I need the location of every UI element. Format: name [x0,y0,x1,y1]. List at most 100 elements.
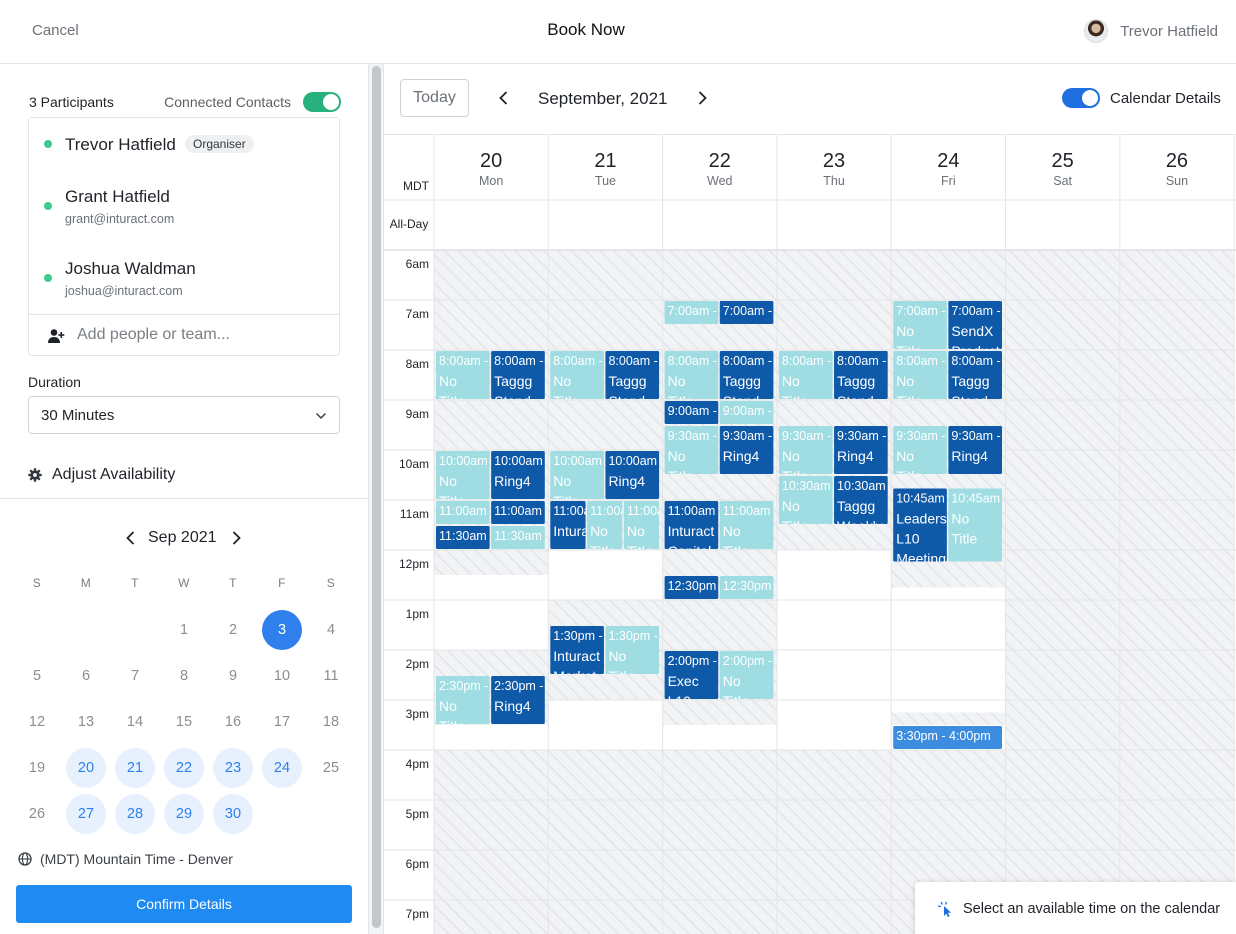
event-time: 10:00am [494,454,543,468]
event-time: 8:00am - [494,354,543,368]
day-number[interactable]: 25 [1052,150,1074,172]
confirm-details-button[interactable]: Confirm Details [16,885,352,923]
calendar-event[interactable]: 2:30pm -No Title [436,676,490,734]
mini-calendar-day[interactable]: 24 [262,748,302,788]
mini-calendar-day[interactable]: 30 [213,794,253,834]
hour-label: 6pm [406,857,429,871]
calendar-event[interactable]: 9:00am - [719,401,774,424]
connected-contacts-label: Connected Contacts [164,94,291,110]
event-time: 7:00am - [951,304,1000,318]
hour-label: 6am [406,257,429,271]
event-time: 8:00am - [553,354,602,368]
mini-calendar-day[interactable]: 27 [66,794,106,834]
event-time: 8:00am - [951,354,1000,368]
calendar-event[interactable]: 7:00am - [664,301,719,324]
unavailable-slot [1005,250,1120,934]
calendar-event[interactable]: 9:30am - Ring4 [948,426,1002,474]
hour-label: 8am [406,357,429,371]
calendar-event[interactable]: 3:30pm - 4:00pm [893,726,1002,749]
day-of-week: Sun [1166,174,1188,188]
add-people-input[interactable]: Add people or team... [29,314,339,355]
mini-calendar-day[interactable]: 29 [164,794,204,834]
today-button[interactable]: Today [400,79,469,117]
day-number[interactable]: 26 [1166,150,1188,172]
event-title: Ring4 [494,698,531,714]
calendar-event[interactable]: 10:45amNo Title [948,488,1002,562]
mini-calendar-day[interactable]: 3 [262,610,302,650]
event-time: 11:00a [627,504,664,518]
mini-calendar-day: 4 [326,622,336,638]
participant-item: Grant Hatfield grant@inturact.com [29,170,339,242]
unavailable-slot [434,750,549,934]
unavailable-slot [776,750,892,934]
connected-contacts-toggle[interactable] [303,92,341,112]
weekday-label: M [80,576,92,590]
gear-icon [28,468,42,482]
chevron-left-icon[interactable] [124,530,138,546]
event-time: 10:45am [896,492,945,506]
mini-calendar-day[interactable]: 22 [164,748,204,788]
hour-label: 10am [399,457,429,471]
event-time: 11:30am - [494,529,549,543]
duration-select[interactable]: 30 Minutes [28,396,340,434]
event-time: 3:30pm - 4:00pm [896,729,991,743]
organiser-badge: Organiser [185,135,254,153]
calendar-event[interactable]: 9:30am - Ring4 [719,426,774,474]
calendar-event[interactable]: 10:00am Ring4 [491,451,545,499]
sidebar-scrollbar[interactable] [368,64,384,934]
day-number[interactable]: 20 [480,150,502,172]
event-time: 9:30am - [896,429,945,443]
hour-label: 3pm [406,707,429,721]
day-of-week: Thu [823,174,845,188]
event-time: 11:00a [553,504,590,518]
chevron-right-icon[interactable] [695,90,709,106]
mini-calendar-day: 26 [28,806,46,822]
day-number[interactable]: 22 [709,150,731,172]
mini-calendar-day[interactable]: 20 [66,748,106,788]
adjust-availability-label: Adjust Availability [52,466,176,483]
mini-calendar-day: 16 [224,714,242,730]
event-title: Ring4 [837,448,874,464]
event-time: 11:00a [590,504,627,518]
calendar-details-toggle[interactable] [1062,88,1100,108]
event-time: 12:30pm [668,579,717,593]
mini-calendar-day[interactable]: 23 [213,748,253,788]
calendar-event[interactable]: 11:30am - [491,526,549,549]
chevron-right-icon[interactable] [229,530,243,546]
calendar-event[interactable]: 9:00am - [664,401,719,424]
adjust-availability-button[interactable]: Adjust Availability [28,465,175,485]
mini-calendar-day[interactable]: 21 [115,748,155,788]
calendar-event[interactable]: 11:00am - [491,501,549,524]
mini-calendar-day: 9 [228,668,238,684]
calendar-event[interactable]: 9:30am - Ring4 [834,426,888,474]
calendar-event[interactable]: 12:30pm [664,576,719,599]
calendar-event[interactable]: 11:00am - [436,501,494,524]
day-number[interactable]: 23 [823,150,845,172]
participants-count: 3 Participants [29,94,114,110]
calendar-event[interactable]: 10:00am Ring4 [605,451,660,499]
calendar-event[interactable]: 12:30pm [719,576,774,599]
calendar-event[interactable]: 11:30am - [436,526,494,549]
event-time: 12:30pm [723,579,772,593]
mini-calendar-day[interactable]: 28 [115,794,155,834]
user-menu[interactable]: Trevor Hatfield [1084,19,1218,43]
event-time: 10:30am [837,479,886,493]
event-time: 1:30pm - [608,629,657,643]
booking-sidebar: 3 Participants Connected Contacts Trevor… [0,64,368,934]
calendar-event[interactable]: 7:00am - [719,301,774,324]
timezone-selector[interactable]: (MDT) Mountain Time - Denver [18,851,233,867]
event-time: 7:00am - [668,304,717,318]
top-bar: Cancel Book Now Trevor Hatfield [0,0,1236,64]
scrollbar-thumb[interactable] [372,66,381,928]
user-name: Trevor Hatfield [1120,22,1218,40]
day-number[interactable]: 24 [937,150,959,172]
day-number[interactable]: 21 [594,150,616,172]
chevron-left-icon[interactable] [497,90,511,106]
participant-email: grant@inturact.com [65,212,175,226]
add-people-placeholder: Add people or team... [77,326,230,343]
hour-label: 12pm [399,557,429,571]
hour-label: 9am [406,407,429,421]
event-time: 9:30am - [668,429,717,443]
calendar-event[interactable]: 10:45amLeaders L10 Meeting [893,488,947,567]
calendar-event[interactable]: 2:30pm - Ring4 [491,676,545,724]
